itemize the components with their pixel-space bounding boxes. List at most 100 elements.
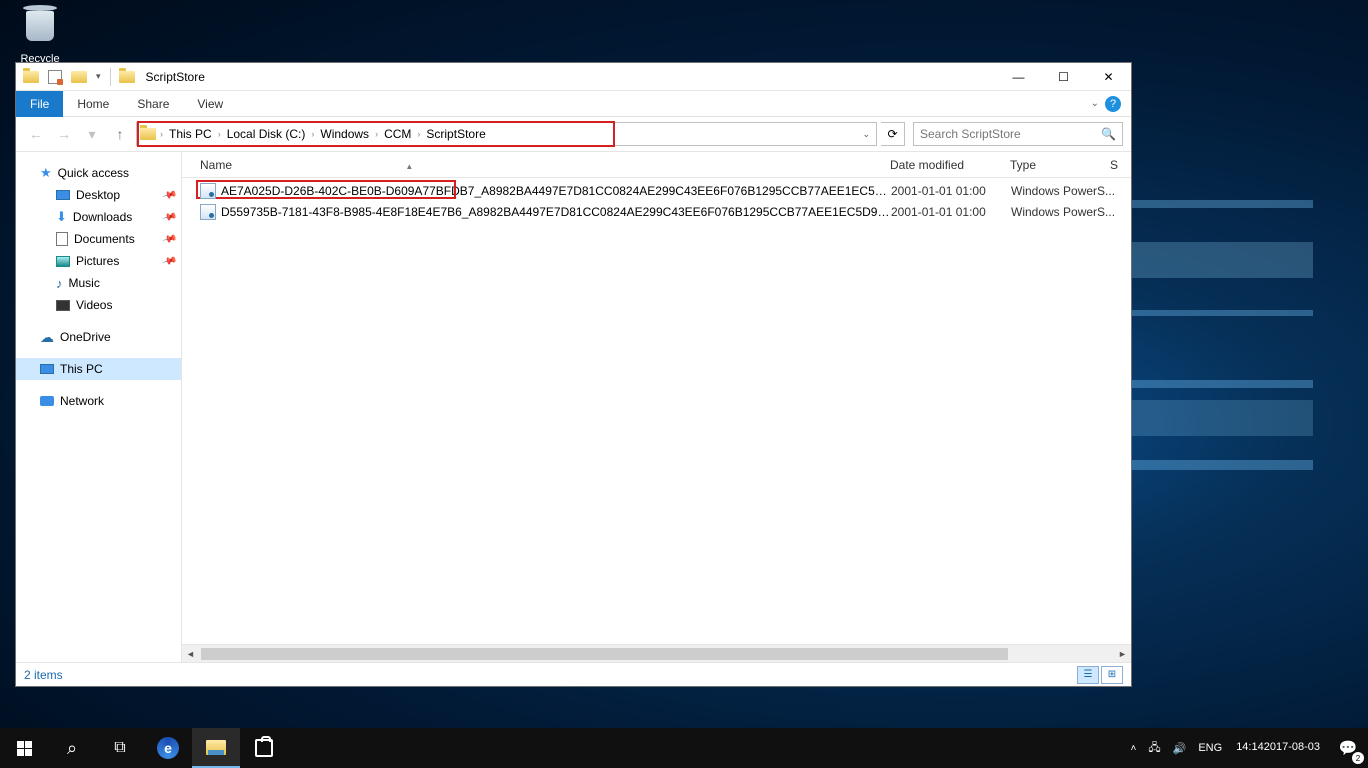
tab-file[interactable]: File: [16, 91, 63, 117]
edge-icon: [157, 737, 179, 759]
file-row[interactable]: D559735B-7181-43F8-B985-4E8F18E4E7B6_A89…: [182, 201, 1131, 222]
videos-icon: [56, 300, 70, 311]
taskbar-search-button[interactable]: ⌕: [48, 728, 96, 768]
tray-overflow-button[interactable]: ˄: [1125, 728, 1143, 768]
file-name: D559735B-7181-43F8-B985-4E8F18E4E7B6_A89…: [221, 205, 891, 219]
up-button[interactable]: ↑: [108, 122, 132, 146]
tab-home[interactable]: Home: [63, 91, 123, 117]
action-center-button[interactable]: 💬2: [1328, 728, 1368, 768]
downloads-icon: ⬇: [56, 209, 67, 225]
scroll-thumb[interactable]: [201, 648, 1008, 660]
tab-view[interactable]: View: [183, 91, 237, 117]
titlebar: ▾ ScriptStore — ☐ ✕: [16, 63, 1131, 91]
nav-documents[interactable]: Documents 📌: [16, 228, 181, 250]
qat-customize-button[interactable]: ▾: [92, 71, 105, 82]
file-type: Windows PowerS...: [1011, 205, 1121, 219]
explorer-window: ▾ ScriptStore — ☐ ✕ File Home Share View…: [15, 62, 1132, 687]
pictures-icon: [56, 256, 70, 267]
music-icon: ♪: [56, 276, 63, 291]
star-icon: ★: [40, 165, 52, 181]
address-folder-icon: [140, 128, 156, 140]
documents-icon: [56, 232, 68, 246]
pin-icon: 📌: [161, 231, 177, 247]
search-input[interactable]: Search ScriptStore 🔍: [913, 122, 1123, 146]
nav-quick-access[interactable]: ★ Quick access: [16, 162, 181, 184]
breadcrumb-windows[interactable]: Windows: [315, 123, 374, 145]
network-icon: [40, 396, 54, 406]
titlebar-folder-icon: [116, 66, 138, 88]
details-view-button[interactable]: ☰: [1077, 666, 1099, 684]
navbar: ← → ▾ ↑ › This PC › Local Disk (C:) › Wi…: [16, 117, 1131, 151]
nav-network[interactable]: Network: [16, 390, 181, 412]
start-button[interactable]: [0, 728, 48, 768]
store-icon: [255, 739, 273, 757]
address-dropdown-button[interactable]: ⌄: [856, 129, 876, 140]
tray-volume-icon[interactable]: 🔊: [1167, 728, 1193, 768]
taskbar-edge[interactable]: [144, 728, 192, 768]
nav-desktop[interactable]: Desktop 📌: [16, 184, 181, 206]
tray-clock[interactable]: 14:14 2017-08-03: [1228, 728, 1328, 768]
nav-downloads[interactable]: ⬇ Downloads 📌: [16, 206, 181, 228]
icons-view-button[interactable]: ⊞: [1101, 666, 1123, 684]
navigation-pane: ★ Quick access Desktop 📌 ⬇ Downloads 📌 D…: [16, 152, 182, 662]
breadcrumb-local-disk[interactable]: Local Disk (C:): [222, 123, 311, 145]
nav-pictures[interactable]: Pictures 📌: [16, 250, 181, 272]
qat-properties-button[interactable]: [44, 66, 66, 88]
powershell-file-icon: [200, 183, 216, 199]
file-date: 2001-01-01 01:00: [891, 184, 1011, 198]
breadcrumb-this-pc[interactable]: This PC: [164, 123, 217, 145]
minimize-button[interactable]: —: [996, 63, 1041, 91]
nav-onedrive[interactable]: ☁ OneDrive: [16, 326, 181, 348]
search-placeholder: Search ScriptStore: [920, 127, 1021, 141]
ribbon-tabs: File Home Share View ⌄ ?: [16, 91, 1131, 117]
refresh-button[interactable]: ⟳: [881, 122, 905, 146]
task-view-button[interactable]: ⧉: [96, 728, 144, 768]
taskbar-explorer[interactable]: [192, 728, 240, 768]
tray-language[interactable]: ENG: [1192, 728, 1228, 768]
notification-badge: 2: [1352, 752, 1364, 764]
file-list: Name ▲ Date modified Type S AE7A025D-D26…: [182, 152, 1131, 662]
column-headers: Name ▲ Date modified Type S: [182, 152, 1131, 178]
system-tray: ˄ 🖧 🔊 ENG 14:14 2017-08-03 💬2: [1125, 728, 1368, 768]
address-bar[interactable]: › This PC › Local Disk (C:) › Windows › …: [136, 122, 877, 146]
nav-music[interactable]: ♪ Music: [16, 272, 181, 294]
qat-new-folder-button[interactable]: [68, 66, 90, 88]
tab-share[interactable]: Share: [123, 91, 183, 117]
pin-icon: 📌: [161, 253, 177, 269]
tray-date: 2017-08-03: [1264, 741, 1320, 754]
close-button[interactable]: ✕: [1086, 63, 1131, 91]
maximize-button[interactable]: ☐: [1041, 63, 1086, 91]
pin-icon: 📌: [161, 209, 177, 225]
ribbon-expand-button[interactable]: ⌄: [1091, 98, 1099, 109]
breadcrumb-ccm[interactable]: CCM: [379, 123, 416, 145]
status-text: 2 items: [24, 668, 63, 682]
help-button[interactable]: ?: [1105, 96, 1121, 112]
pin-icon: 📌: [161, 187, 177, 203]
qat-folder-icon[interactable]: [20, 66, 42, 88]
sort-indicator-icon: ▲: [235, 162, 413, 171]
forward-button[interactable]: →: [52, 122, 76, 146]
pc-icon: [40, 364, 54, 374]
taskbar-store[interactable]: [240, 728, 288, 768]
back-button[interactable]: ←: [24, 122, 48, 146]
tray-network-icon[interactable]: 🖧: [1142, 728, 1166, 768]
search-icon: 🔍: [1101, 127, 1116, 141]
file-date: 2001-01-01 01:00: [891, 205, 1011, 219]
nav-videos[interactable]: Videos: [16, 294, 181, 316]
breadcrumb-scriptstore[interactable]: ScriptStore: [421, 123, 490, 145]
column-type[interactable]: Type: [1010, 158, 1110, 172]
cloud-icon: ☁: [40, 329, 54, 346]
recycle-bin-icon: [20, 11, 60, 51]
recent-locations-button[interactable]: ▾: [80, 122, 104, 146]
column-size[interactable]: S: [1110, 158, 1130, 172]
nav-this-pc[interactable]: This PC: [16, 358, 181, 380]
windows-logo-icon: [17, 741, 32, 756]
powershell-file-icon: [200, 204, 216, 220]
file-name: AE7A025D-D26B-402C-BE0B-D609A77BFDB7_A89…: [221, 184, 891, 198]
column-date[interactable]: Date modified: [890, 158, 1010, 172]
scroll-left-icon[interactable]: ◄: [182, 645, 199, 662]
horizontal-scrollbar[interactable]: ◄ ►: [182, 644, 1131, 662]
column-name[interactable]: Name ▲: [200, 158, 890, 172]
scroll-right-icon[interactable]: ►: [1114, 645, 1131, 662]
file-row[interactable]: AE7A025D-D26B-402C-BE0B-D609A77BFDB7_A89…: [182, 180, 1131, 201]
